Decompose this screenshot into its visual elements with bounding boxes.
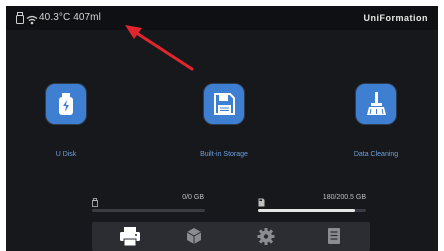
temperature-text: 40.3°C	[39, 12, 71, 23]
printer-icon	[120, 227, 140, 247]
document-icon	[328, 228, 340, 244]
annotation-arrow	[125, 25, 194, 71]
data-cleaning-button[interactable]	[356, 84, 396, 124]
usb-drive-icon	[59, 93, 73, 115]
usb-storage-bar	[92, 209, 205, 212]
internal-storage-bar-fill	[258, 209, 356, 212]
wifi-icon	[26, 12, 38, 30]
temperature-volume-readout: 40.3°C 407ml	[39, 12, 101, 23]
internal-storage-bar	[258, 209, 366, 212]
nav-model-tab[interactable]	[166, 222, 222, 251]
printer-screen: 40.3°C 407ml UniFormation U Disk Built-i…	[6, 6, 438, 251]
cube-icon	[186, 228, 202, 244]
usb-storage-indicator: 0/0 GB	[92, 194, 207, 218]
brand-logo: UniFormation	[363, 13, 428, 23]
nav-settings-tab[interactable]	[238, 222, 294, 251]
u-disk-button[interactable]	[46, 84, 86, 124]
internal-storage-text: 180/200.5 GB	[322, 194, 366, 201]
status-bar: 40.3°C 407ml UniFormation	[6, 6, 438, 30]
volume-text: 407ml	[73, 12, 101, 23]
nav-log-tab[interactable]	[306, 222, 362, 251]
nav-print-tab[interactable]	[102, 222, 158, 251]
u-disk-label: U Disk	[55, 151, 77, 158]
usb-status-icon	[16, 11, 24, 29]
bottom-nav	[92, 222, 370, 251]
broom-icon	[367, 92, 386, 115]
floppy-disk-icon	[214, 93, 235, 115]
data-cleaning-label: Data Cleaning	[353, 151, 399, 158]
gear-icon	[257, 228, 275, 245]
built-in-storage-label: Built-in Storage	[200, 151, 248, 158]
usb-storage-text: 0/0 GB	[182, 194, 204, 201]
internal-storage-indicator: 180/200.5 GB	[258, 194, 368, 218]
built-in-storage-button[interactable]	[204, 84, 244, 124]
